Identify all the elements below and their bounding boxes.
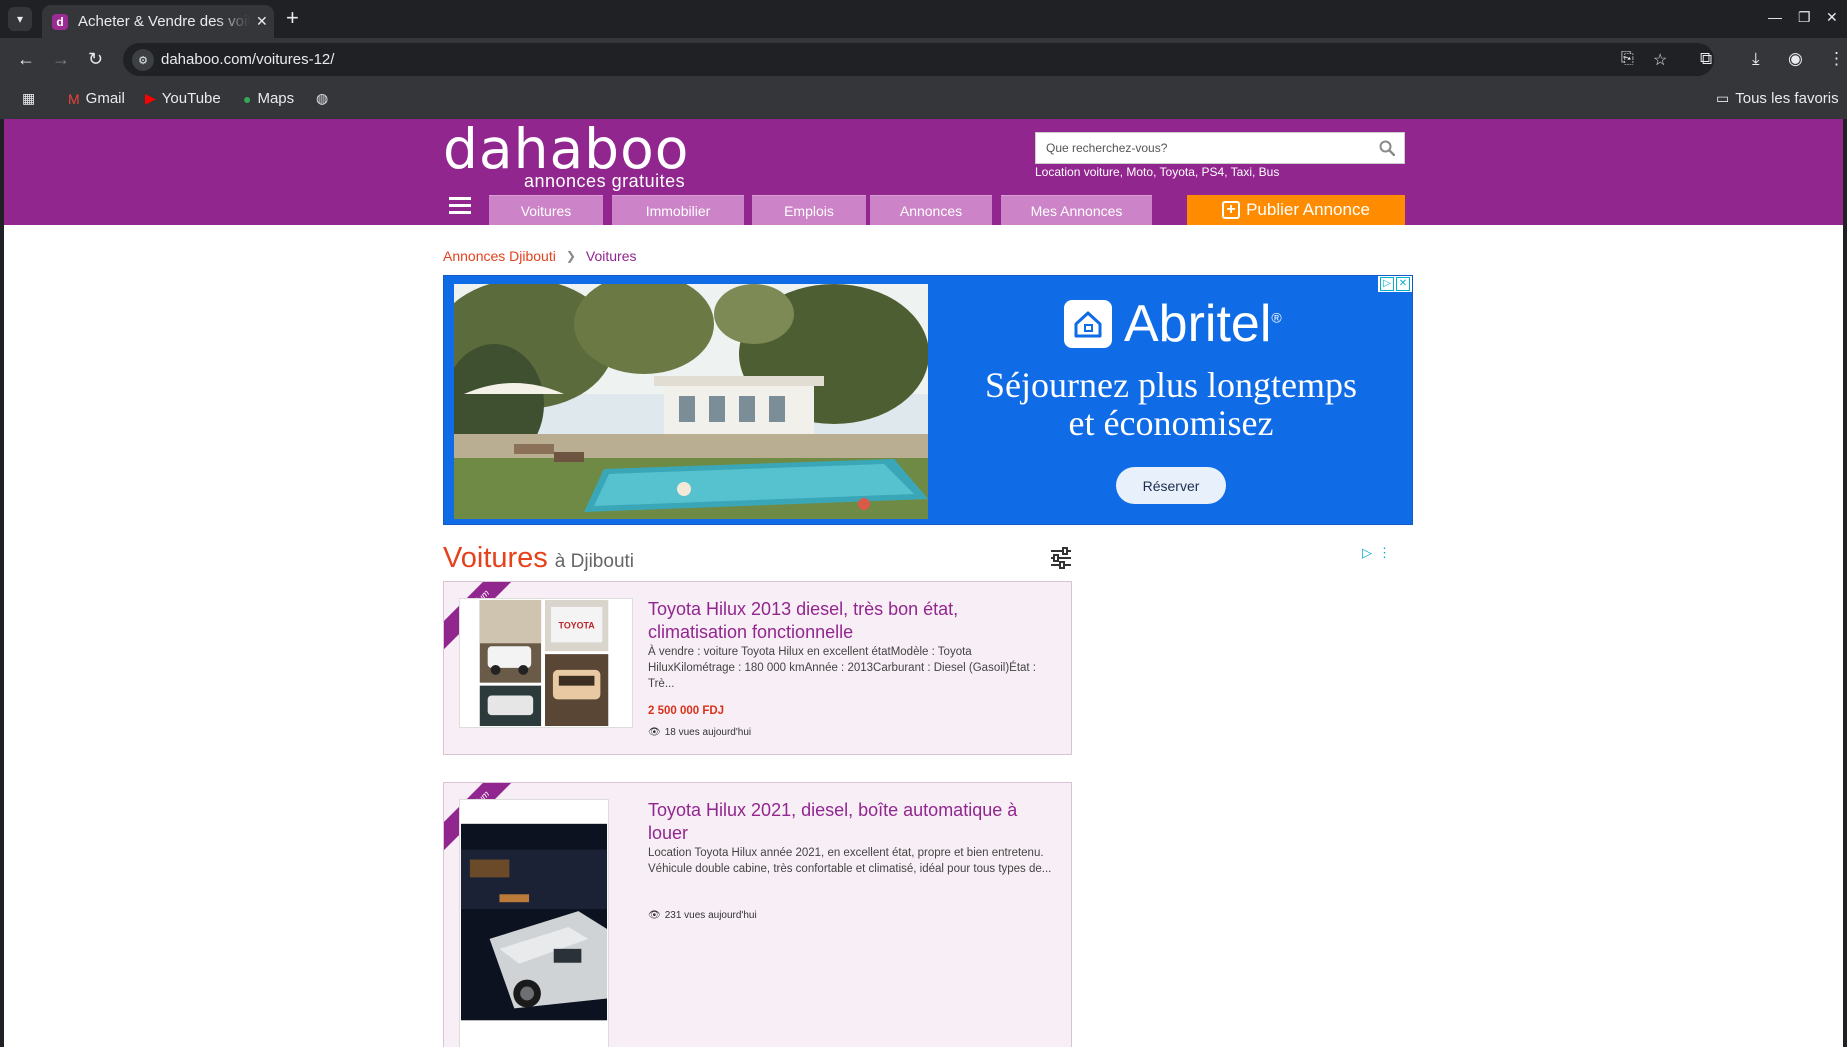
- house-logo-icon: [1064, 300, 1112, 348]
- bookmarks-bar: ▦ M Gmail ▶ YouTube ● Maps ◍ ▭ Tous les favo…: [0, 81, 1847, 119]
- listing-description: À vendre : voiture Toyota Hilux en excel…: [648, 646, 1037, 690]
- views-count: 231 vues aujourd'hui: [664, 910, 757, 921]
- ad-brand-text: Abritel: [1124, 295, 1272, 353]
- ad-cta-button[interactable]: Réserver: [1116, 467, 1226, 504]
- install-app-icon[interactable]: ⎘: [1621, 50, 1634, 68]
- search-icon[interactable]: [1379, 140, 1395, 156]
- reload-icon[interactable]: ↻: [88, 48, 103, 70]
- listing-views: 👁 231 vues aujourd'hui: [648, 910, 757, 921]
- globe-icon[interactable]: ◍: [316, 90, 328, 107]
- side-ad-controls: ▷ ⋮: [1362, 545, 1391, 561]
- ad-brand: Abritel®: [1064, 294, 1282, 354]
- filter-sliders-icon[interactable]: [1049, 546, 1073, 570]
- ad-more-options-icon[interactable]: ⋮: [1378, 545, 1391, 561]
- listing-card[interactable]: Premium TOYOTA Toyota Hilux 2013 diesel,…: [443, 581, 1072, 755]
- nav-tab-emplois[interactable]: Emplois: [752, 195, 866, 225]
- section-subtitle: à Djibouti: [554, 551, 635, 572]
- ad-headline-line1: Séjournez plus longtemps: [985, 365, 1357, 405]
- search-suggestions-hint: Location voiture, Moto, Toyota, PS4, Tax…: [1035, 165, 1280, 179]
- maps-pin-icon: ●: [243, 90, 252, 107]
- downloads-icon[interactable]: ⤓: [1752, 49, 1760, 69]
- ad-close-icon[interactable]: ✕: [1396, 277, 1410, 291]
- site-header: dahaboo annonces gratuites Location voit…: [4, 119, 1843, 225]
- ad-villa-pool-photo: [454, 284, 928, 519]
- site-favicon-icon: d: [52, 13, 68, 30]
- ad-headline: Séjournez plus longtemps et économisez: [928, 365, 1412, 443]
- listing-views: 👁 18 vues aujourd'hui: [648, 727, 751, 738]
- apps-grid-icon[interactable]: ▦: [22, 90, 35, 107]
- url-text[interactable]: dahaboo.com/voitures-12/: [161, 51, 334, 68]
- new-tab-plus-icon[interactable]: +: [286, 6, 299, 30]
- ad-banner[interactable]: Abritel® Séjournez plus longtemps et éco…: [443, 275, 1413, 525]
- adchoices-play-icon[interactable]: ▷: [1362, 545, 1372, 561]
- bookmark-label: YouTube: [161, 90, 221, 107]
- breadcrumb-current[interactable]: Voitures: [586, 248, 637, 264]
- all-bookmarks-label: Tous les favoris: [1735, 90, 1839, 107]
- close-tab-icon[interactable]: ✕: [256, 13, 268, 30]
- browser-menu-icon[interactable]: ⋮: [1828, 49, 1845, 69]
- listing-title-link[interactable]: Toyota Hilux 2021, diesel, boîte automat…: [648, 799, 1048, 845]
- registered-mark: ®: [1271, 309, 1282, 326]
- views-count: 18 vues aujourd'hui: [664, 727, 752, 738]
- site-logo[interactable]: dahaboo annonces gratuites: [443, 119, 703, 191]
- active-tab[interactable]: d Acheter & Vendre des voitures ✕: [42, 5, 274, 38]
- plus-square-icon: +: [1222, 201, 1241, 219]
- bookmark-youtube[interactable]: ▶ YouTube: [145, 90, 221, 107]
- listing-title-link[interactable]: Toyota Hilux 2013 diesel, très bon état,…: [648, 598, 1048, 644]
- restore-window-icon[interactable]: ❐: [1798, 9, 1811, 26]
- back-arrow-icon[interactable]: ←: [17, 48, 35, 70]
- all-bookmarks-folder[interactable]: ▭ Tous les favoris: [1716, 90, 1839, 107]
- nav-tab-mes-annonces[interactable]: Mes Annonces: [1001, 195, 1152, 225]
- bookmark-label: Maps: [257, 90, 295, 107]
- close-window-icon[interactable]: ✕: [1826, 9, 1838, 26]
- bookmark-star-icon[interactable]: ☆: [1653, 50, 1667, 70]
- youtube-icon: ▶: [145, 90, 156, 106]
- breadcrumb: Annonces Djibouti ❯ Voitures: [443, 248, 637, 264]
- browser-tab-bar: ▾ d Acheter & Vendre des voitures ✕ + — …: [0, 0, 1847, 38]
- profile-avatar-icon[interactable]: ◉: [1788, 49, 1803, 69]
- listing-thumbnail[interactable]: [459, 799, 609, 1047]
- section-title: Voitures: [443, 542, 548, 574]
- listing-price: 2 500 000 FDJ: [648, 705, 725, 717]
- eye-icon: 👁: [648, 727, 661, 738]
- extensions-icon[interactable]: ⧉: [1700, 49, 1712, 69]
- ad-brand-name: Abritel®: [1124, 294, 1282, 354]
- section-heading: Voitures à Djibouti: [443, 542, 634, 575]
- bookmark-maps[interactable]: ● Maps: [243, 90, 294, 107]
- browser-toolbar: ← → ↻ ⚙ dahaboo.com/voitures-12/ ⎘ ☆ ⧉ ⤓…: [0, 38, 1847, 81]
- listing-description: Location Toyota Hilux année 2021, en exc…: [648, 847, 1052, 875]
- chevron-right-icon: ❯: [565, 249, 576, 263]
- bookmark-label: Gmail: [85, 90, 125, 107]
- nav-tab-voitures[interactable]: Voitures: [489, 195, 603, 225]
- tab-search-chevron-icon[interactable]: ▾: [8, 7, 32, 31]
- listing-card[interactable]: Premium Toyota Hilux 2021, diesel, boîte…: [443, 782, 1072, 1047]
- minimize-window-icon[interactable]: —: [1768, 9, 1782, 25]
- ad-choices[interactable]: ▷ ✕: [1378, 276, 1412, 292]
- nav-tab-immobilier[interactable]: Immobilier: [612, 195, 744, 225]
- publish-ad-label: Publier Annonce: [1246, 200, 1370, 219]
- site-info-icon[interactable]: ⚙: [132, 49, 154, 71]
- listing-thumbnail[interactable]: TOYOTA: [459, 598, 633, 728]
- eye-icon: 👁: [648, 910, 661, 921]
- address-bar[interactable]: ⚙ dahaboo.com/voitures-12/ ⎘ ☆: [123, 43, 1714, 76]
- publish-ad-button[interactable]: + Publier Annonce: [1187, 195, 1405, 225]
- nav-tab-annonces[interactable]: Annonces: [870, 195, 992, 225]
- page-viewport: dahaboo annonces gratuites Location voit…: [4, 119, 1843, 1047]
- gmail-icon: M: [68, 90, 80, 107]
- search-input[interactable]: [1036, 133, 1366, 163]
- forward-arrow-icon[interactable]: →: [52, 48, 70, 70]
- folder-icon: ▭: [1716, 90, 1730, 106]
- breadcrumb-home-link[interactable]: Annonces Djibouti: [443, 248, 556, 264]
- hamburger-menu-icon[interactable]: [449, 197, 471, 217]
- toyota-tailgate-text: TOYOTA: [559, 621, 596, 631]
- window-right-edge: [1843, 119, 1847, 1047]
- bookmark-gmail[interactable]: M Gmail: [68, 90, 125, 107]
- logo-tagline: annonces gratuites: [524, 171, 686, 191]
- ad-headline-line2: et économisez: [1068, 403, 1274, 443]
- search-box: [1035, 132, 1405, 164]
- adchoices-icon[interactable]: ▷: [1380, 277, 1394, 291]
- tab-title: Acheter & Vendre des voitures: [78, 13, 250, 30]
